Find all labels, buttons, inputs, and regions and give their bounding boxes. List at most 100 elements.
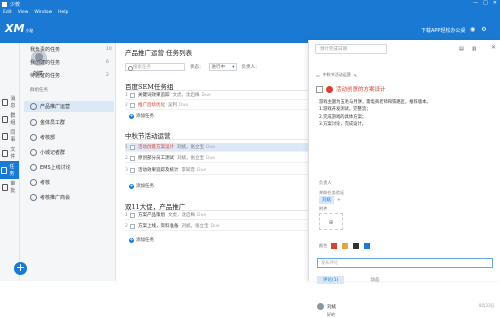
menu-view[interactable]: View [18, 10, 29, 15]
add-task-button[interactable]: + 添加任务 [129, 237, 154, 243]
task-checkbox[interactable] [130, 102, 135, 108]
comment-time: 8月23日 [479, 303, 495, 308]
project-icon [30, 179, 37, 186]
nav-project-active[interactable]: 产品推广运营 [24, 101, 114, 112]
rail-tasks[interactable]: 任务 [0, 161, 19, 179]
task-row[interactable]: 2 方案上线，资料准备 刘斌，张立宝 Due [125, 222, 310, 231]
add-task-button[interactable]: + 添加任务 [129, 183, 154, 189]
menu-edit[interactable]: Edit [3, 10, 12, 15]
file-icon [2, 149, 9, 157]
task-row[interactable]: 1 方案产品策划 文虎，沈启梅 Due [125, 211, 310, 220]
detail-title[interactable]: 活动创意的方案设计 [336, 85, 386, 93]
top-bar: XM小秘 下载APP轻松办公桌 ◉ ⚙ [0, 16, 500, 43]
task-row[interactable]: 2 原创部分员工测试 刘斌，张立宝 Due [125, 154, 310, 163]
color-swatch[interactable] [364, 243, 370, 249]
user-icon[interactable]: ◉ [470, 26, 475, 33]
due-date-input[interactable]: 预计完成日期 [315, 44, 387, 54]
group-icon [2, 115, 9, 123]
tab-comments[interactable]: 评论(1) [317, 276, 345, 284]
minimize-button[interactable]: — [473, 0, 478, 6]
task-list-panel: 产品推广运营 任务列表 搜索任务 状态： 进行中 ▾ 负责人： 百度SEM任务组 … [117, 43, 310, 281]
settings-icon[interactable]: ⚙ [481, 26, 486, 33]
rail-approval[interactable]: 审批 [2, 180, 19, 194]
rail-contacts[interactable]: 同事 [2, 129, 19, 143]
task-search-input[interactable]: 搜索任务 [125, 63, 185, 71]
complete-checkbox[interactable] [316, 85, 323, 93]
comment-author: 刘斌 [317, 303, 336, 310]
color-swatch[interactable] [342, 243, 348, 249]
color-swatch[interactable] [353, 243, 359, 249]
task-checkbox[interactable] [130, 212, 135, 218]
add-tag-icon[interactable]: + [337, 198, 341, 203]
nav-project[interactable]: EMS上线讨论 [30, 164, 71, 171]
download-app-link[interactable]: 下载APP轻松办公桌 [421, 27, 465, 34]
nav-project[interactable]: 考核 [30, 179, 50, 186]
plus-icon: + [129, 112, 134, 119]
status-select[interactable]: 进行中 ▾ [208, 63, 237, 71]
task-description[interactable]: 游戏主题为五毛与月饼，需电商老师和铁路区，推荐版本。 1.游戏开发测试，完整流；… [319, 99, 489, 129]
menu-help[interactable]: Help [58, 10, 68, 15]
close-icon[interactable]: ✕ [491, 44, 496, 51]
close-button[interactable]: ✕ [493, 0, 497, 6]
menu-bar: Edit View Window Help [0, 8, 500, 16]
nav-project[interactable]: 金体员工群 [30, 119, 65, 126]
task-header: 活动创意的方案设计 [316, 85, 386, 93]
title-bar: 少校 — □ ✕ [0, 0, 500, 8]
chevron-down-icon: ▾ [232, 64, 235, 70]
rail-files[interactable]: 文件 [2, 146, 19, 160]
logo: XM小秘 [5, 22, 34, 35]
comment-input[interactable]: 发布评论 [317, 258, 493, 268]
window-controls: — □ ✕ [473, 0, 497, 6]
priority-indicator[interactable] [326, 85, 333, 93]
detail-toolbar: ▤ ▥ [459, 46, 476, 52]
breadcrumb: ▭ 中秋节活动运营 ✎ [316, 72, 358, 78]
tab-activity[interactable]: 动态 [364, 276, 385, 284]
color-label: 颜色 [319, 243, 328, 248]
approval-icon [2, 183, 9, 191]
owner-field-label: 负责人 [319, 180, 332, 185]
nav-my-responsible[interactable]: 我负责的任务 10 [30, 46, 112, 53]
color-swatch[interactable] [331, 243, 337, 249]
add-button[interactable]: + [14, 262, 27, 275]
task-row-selected[interactable]: 1 活动创意方案设计 刘斌，张立宝 Due [125, 143, 310, 152]
top-icons: ◉ ⚙ [470, 26, 487, 33]
task-row[interactable]: 1 关键词效果追踪 文虎，沈启梅 Due [125, 91, 310, 100]
task-checkbox[interactable] [130, 167, 135, 173]
nav-project[interactable]: 考核部 [30, 134, 55, 141]
detail-tabs: 评论(1) 动态 [317, 276, 385, 284]
nav-my-created[interactable]: 我创建的任务 6 [30, 59, 109, 66]
left-rail: 消息 群组 同事 文件 任务 审批 [0, 43, 20, 281]
archive-icon[interactable]: ▥ [472, 46, 477, 52]
page-title: 产品推广运营 任务列表 [125, 49, 193, 57]
plus-icon: + [129, 182, 134, 189]
attach-label: 附件 [319, 206, 328, 211]
rail-messages[interactable]: 消息 [2, 95, 19, 109]
task-detail-panel: 预计完成日期 ▤ ▥ ✕ ▭ 中秋节活动运营 ✎ 活动创意的方案设计 游戏主题为… [308, 40, 500, 317]
avatar [317, 303, 324, 310]
task-checkbox[interactable] [130, 223, 135, 229]
add-task-button[interactable]: + 添加任务 [129, 113, 154, 119]
task-checkbox[interactable] [130, 155, 135, 161]
task-checkbox[interactable] [130, 144, 135, 150]
rail-groups[interactable]: 群组 [2, 112, 19, 126]
project-icon [30, 134, 37, 141]
project-icon [30, 194, 37, 201]
menu-window[interactable]: Window [34, 10, 52, 15]
task-checkbox[interactable] [130, 92, 135, 98]
task-row[interactable]: 3 活动效果追踪及统计 李知音 Due [125, 166, 310, 175]
attach-upload[interactable]: ⊕ [319, 213, 343, 230]
nav-to-verify[interactable]: 待验证的任务 2 [30, 72, 109, 79]
contacts-icon [2, 132, 9, 140]
bell-icon [2, 98, 9, 106]
comment-body: 好的 [327, 312, 335, 317]
task-icon [1, 166, 8, 174]
task-row[interactable]: 2 推广后续优化 吴利 Due [125, 101, 310, 110]
app-icon [2, 1, 7, 7]
tag[interactable]: 刘斌 [319, 196, 334, 204]
trash-icon[interactable]: ▤ [459, 46, 464, 52]
maximize-button[interactable]: □ [483, 0, 488, 6]
edit-icon[interactable]: ✎ [354, 73, 357, 78]
nav-project[interactable]: 小城记者群 [30, 149, 65, 156]
divider [125, 139, 310, 140]
nav-project[interactable]: 考核推广商会 [30, 194, 70, 201]
